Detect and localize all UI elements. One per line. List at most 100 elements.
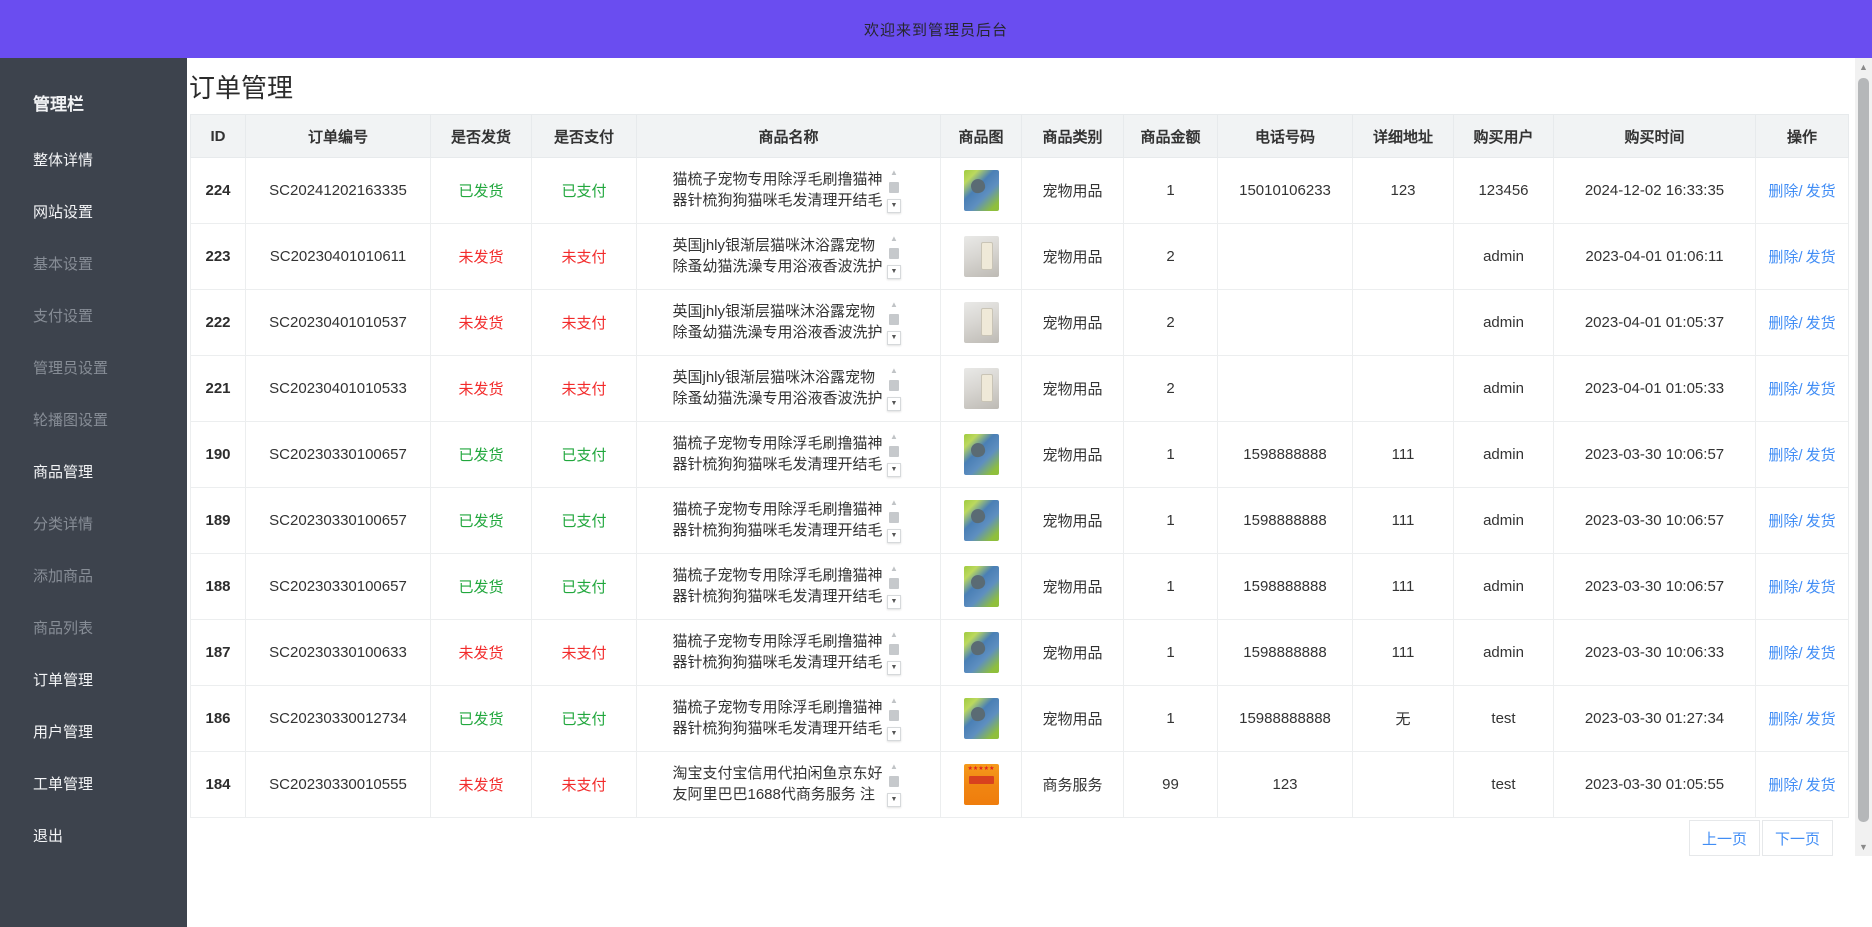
textarea-scroll-thumb[interactable] xyxy=(889,380,899,391)
product-thumbnail[interactable] xyxy=(964,632,999,673)
delete-link[interactable]: 删除 xyxy=(1768,381,1798,398)
textarea-scrollbar[interactable]: ▲ ▼ xyxy=(887,301,902,345)
delete-link[interactable]: 删除 xyxy=(1768,513,1798,530)
textarea-scroll-up-icon[interactable]: ▲ xyxy=(890,499,898,507)
textarea-scrollbar[interactable]: ▲ ▼ xyxy=(887,235,902,279)
product-thumbnail[interactable] xyxy=(964,236,999,277)
product-name-textarea[interactable]: 英国jhly银渐层猫咪沐浴露宠物除蚤幼猫洗澡专用浴液香波洗护用 xyxy=(673,367,887,405)
ship-link[interactable]: 发货 xyxy=(1806,513,1836,530)
sidebar-item-工单管理[interactable]: 工单管理 xyxy=(33,759,187,811)
product-name-textarea[interactable]: 猫梳子宠物专用除浮毛刷撸猫神器针梳狗狗猫咪毛发清理开结毛 xyxy=(673,433,887,471)
textarea-scrollbar[interactable]: ▲ ▼ xyxy=(887,433,902,477)
textarea-scroll-thumb[interactable] xyxy=(889,578,899,589)
textarea-scrollbar[interactable]: ▲ ▼ xyxy=(887,499,902,543)
textarea-scroll-thumb[interactable] xyxy=(889,446,899,457)
sidebar-item-商品管理[interactable]: 商品管理 xyxy=(33,447,187,499)
scrollbar-down-icon[interactable]: ▼ xyxy=(1855,842,1872,852)
sidebar-item-订单管理[interactable]: 订单管理 xyxy=(33,655,187,707)
sidebar-item-整体详情[interactable]: 整体详情 xyxy=(33,135,187,187)
delete-link[interactable]: 删除 xyxy=(1768,777,1798,794)
textarea-scrollbar[interactable]: ▲ ▼ xyxy=(887,631,902,675)
product-thumbnail[interactable] xyxy=(964,302,999,343)
next-page-button[interactable]: 下一页 xyxy=(1762,820,1833,856)
product-name-textarea[interactable]: 猫梳子宠物专用除浮毛刷撸猫神器针梳狗狗猫咪毛发清理开结毛 xyxy=(673,631,887,669)
ship-link[interactable]: 发货 xyxy=(1806,579,1836,596)
textarea-scroll-down-icon[interactable]: ▼ xyxy=(887,265,901,279)
textarea-scroll-down-icon[interactable]: ▼ xyxy=(887,661,901,675)
sidebar-item-商品列表[interactable]: 商品列表 xyxy=(33,603,187,655)
delete-link[interactable]: 删除 xyxy=(1768,183,1798,200)
sidebar-item-管理员设置[interactable]: 管理员设置 xyxy=(33,343,187,395)
ship-link[interactable]: 发货 xyxy=(1806,711,1836,728)
textarea-scroll-thumb[interactable] xyxy=(889,182,899,193)
vertical-scrollbar[interactable]: ▲ ▼ xyxy=(1855,58,1872,856)
ship-link[interactable]: 发货 xyxy=(1806,777,1836,794)
delete-link[interactable]: 删除 xyxy=(1768,249,1798,266)
textarea-scroll-down-icon[interactable]: ▼ xyxy=(887,397,901,411)
textarea-scroll-up-icon[interactable]: ▲ xyxy=(890,433,898,441)
product-thumbnail[interactable] xyxy=(964,170,999,211)
textarea-scroll-down-icon[interactable]: ▼ xyxy=(887,331,901,345)
scrollbar-thumb[interactable] xyxy=(1858,78,1869,822)
sidebar-item-分类详情[interactable]: 分类详情 xyxy=(33,499,187,551)
textarea-scroll-up-icon[interactable]: ▲ xyxy=(890,631,898,639)
product-thumbnail[interactable] xyxy=(964,764,999,805)
textarea-scroll-thumb[interactable] xyxy=(889,512,899,523)
sidebar-item-网站设置[interactable]: 网站设置 xyxy=(33,187,187,239)
sidebar-item-支付设置[interactable]: 支付设置 xyxy=(33,291,187,343)
prev-page-button[interactable]: 上一页 xyxy=(1689,820,1760,856)
ship-link[interactable]: 发货 xyxy=(1806,447,1836,464)
textarea-scroll-up-icon[interactable]: ▲ xyxy=(890,235,898,243)
textarea-scroll-down-icon[interactable]: ▼ xyxy=(887,463,901,477)
textarea-scrollbar[interactable]: ▲ ▼ xyxy=(887,169,902,213)
delete-link[interactable]: 删除 xyxy=(1768,711,1798,728)
sidebar-item-轮播图设置[interactable]: 轮播图设置 xyxy=(33,395,187,447)
product-name-textarea[interactable]: 猫梳子宠物专用除浮毛刷撸猫神器针梳狗狗猫咪毛发清理开结毛 xyxy=(673,499,887,537)
scrollbar-up-icon[interactable]: ▲ xyxy=(1855,62,1872,72)
product-thumbnail[interactable] xyxy=(964,698,999,739)
textarea-scrollbar[interactable]: ▲ ▼ xyxy=(887,367,902,411)
textarea-scroll-down-icon[interactable]: ▼ xyxy=(887,793,901,807)
textarea-scrollbar[interactable]: ▲ ▼ xyxy=(887,565,902,609)
textarea-scrollbar[interactable]: ▲ ▼ xyxy=(887,763,902,807)
product-name-textarea[interactable]: 猫梳子宠物专用除浮毛刷撸猫神器针梳狗狗猫咪毛发清理开结毛 xyxy=(673,169,887,207)
product-name-textarea[interactable]: 英国jhly银渐层猫咪沐浴露宠物除蚤幼猫洗澡专用浴液香波洗护用 xyxy=(673,235,887,273)
product-thumbnail[interactable] xyxy=(964,566,999,607)
textarea-scrollbar[interactable]: ▲ ▼ xyxy=(887,697,902,741)
textarea-scroll-up-icon[interactable]: ▲ xyxy=(890,763,898,771)
textarea-scroll-down-icon[interactable]: ▼ xyxy=(887,199,901,213)
textarea-scroll-down-icon[interactable]: ▼ xyxy=(887,727,901,741)
product-name-textarea[interactable]: 淘宝支付宝信用代拍闲鱼京东好友阿里巴巴1688代商务服务 注册 xyxy=(673,763,887,801)
textarea-scroll-up-icon[interactable]: ▲ xyxy=(890,169,898,177)
textarea-scroll-down-icon[interactable]: ▼ xyxy=(887,595,901,609)
ship-link[interactable]: 发货 xyxy=(1806,183,1836,200)
sidebar-item-用户管理[interactable]: 用户管理 xyxy=(33,707,187,759)
textarea-scroll-thumb[interactable] xyxy=(889,248,899,259)
delete-link[interactable]: 删除 xyxy=(1768,579,1798,596)
product-thumbnail[interactable] xyxy=(964,434,999,475)
product-name-textarea[interactable]: 猫梳子宠物专用除浮毛刷撸猫神器针梳狗狗猫咪毛发清理开结毛 xyxy=(673,565,887,603)
product-thumbnail[interactable] xyxy=(964,500,999,541)
textarea-scroll-up-icon[interactable]: ▲ xyxy=(890,697,898,705)
ship-link[interactable]: 发货 xyxy=(1806,249,1836,266)
textarea-scroll-thumb[interactable] xyxy=(889,776,899,787)
delete-link[interactable]: 删除 xyxy=(1768,447,1798,464)
ship-link[interactable]: 发货 xyxy=(1806,315,1836,332)
sidebar-item-退出[interactable]: 退出 xyxy=(33,811,187,863)
product-thumbnail[interactable] xyxy=(964,368,999,409)
ship-link[interactable]: 发货 xyxy=(1806,645,1836,662)
textarea-scroll-down-icon[interactable]: ▼ xyxy=(887,529,901,543)
sidebar-item-基本设置[interactable]: 基本设置 xyxy=(33,239,187,291)
textarea-scroll-up-icon[interactable]: ▲ xyxy=(890,301,898,309)
product-name-textarea[interactable]: 英国jhly银渐层猫咪沐浴露宠物除蚤幼猫洗澡专用浴液香波洗护用 xyxy=(673,301,887,339)
textarea-scroll-thumb[interactable] xyxy=(889,314,899,325)
textarea-scroll-thumb[interactable] xyxy=(889,710,899,721)
sidebar-item-添加商品[interactable]: 添加商品 xyxy=(33,551,187,603)
textarea-scroll-thumb[interactable] xyxy=(889,644,899,655)
textarea-scroll-up-icon[interactable]: ▲ xyxy=(890,565,898,573)
delete-link[interactable]: 删除 xyxy=(1768,315,1798,332)
textarea-scroll-up-icon[interactable]: ▲ xyxy=(890,367,898,375)
product-name-textarea[interactable]: 猫梳子宠物专用除浮毛刷撸猫神器针梳狗狗猫咪毛发清理开结毛 xyxy=(673,697,887,735)
ship-link[interactable]: 发货 xyxy=(1806,381,1836,398)
delete-link[interactable]: 删除 xyxy=(1768,645,1798,662)
